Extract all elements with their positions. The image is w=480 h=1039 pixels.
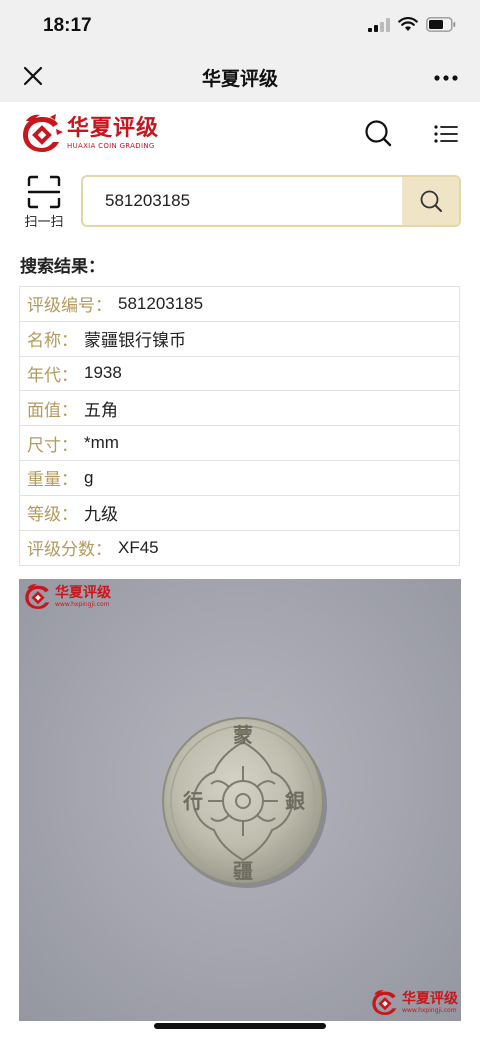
row-label: 评级分数： (27, 540, 112, 561)
dragon-logo-icon (23, 114, 63, 152)
table-row: 尺寸： *mm (20, 426, 459, 461)
watermark-text: 华夏评级 (402, 991, 458, 1007)
row-label: 面值： (27, 400, 78, 421)
watermark-bottom: 华夏评级 www.hxpingji.com (370, 989, 458, 1017)
table-row: 评级分数： XF45 (20, 531, 459, 566)
row-value: 1938 (84, 363, 122, 383)
coin-char-top: 蒙 (233, 723, 253, 747)
search-submit-button[interactable] (402, 177, 459, 225)
watermark-url: www.hxpingji.com (402, 1007, 457, 1014)
table-row: 重量： g (20, 461, 459, 496)
table-row: 面值： 五角 (20, 391, 459, 427)
row-label: 尺寸： (27, 435, 78, 456)
row-value: g (84, 467, 94, 487)
dragon-logo-icon (372, 990, 397, 1015)
row-value: 五角 (84, 400, 118, 420)
status-time: 18:17 (43, 15, 92, 36)
row-label: 等级： (27, 505, 78, 526)
coin-char-left: 行 (182, 789, 203, 813)
scan-label: 扫一扫 (24, 215, 64, 230)
status-bar: 18:17 (0, 0, 480, 52)
scan-button[interactable]: 扫一扫 (19, 175, 69, 233)
scan-icon (27, 175, 61, 209)
menu-icon[interactable] (434, 124, 458, 144)
site-logo[interactable]: 华夏评级 HUAXIA COIN GRADING (20, 112, 159, 156)
wechat-nav-bar: 华夏评级 (0, 52, 480, 102)
row-value: XF45 (118, 537, 159, 557)
row-value: *mm (84, 433, 119, 453)
row-value: 九级 (84, 505, 118, 525)
coin-photo[interactable]: 华夏评级 www.hxpingji.com 蒙 疆 行 銀 华夏评级 www.h… (19, 579, 461, 1021)
table-row: 等级： 九级 (20, 496, 459, 531)
watermark-text: 华夏评级 (55, 585, 111, 601)
coin-char-bottom: 疆 (233, 859, 253, 883)
results-heading: 搜索结果： (20, 257, 105, 277)
battery-icon (426, 17, 456, 32)
logo-subtext: HUAXIA COIN GRADING (67, 142, 155, 150)
site-header: 华夏评级 HUAXIA COIN GRADING (0, 102, 480, 164)
table-row: 评级编号： 581203185 (20, 287, 459, 322)
status-icons (368, 17, 456, 32)
search-box (81, 175, 461, 227)
home-indicator[interactable] (154, 1023, 326, 1029)
watermark-url: www.hxpingji.com (55, 601, 110, 608)
row-label: 年代： (27, 365, 78, 386)
dragon-logo-icon (25, 584, 50, 609)
table-row: 年代： 1938 (20, 357, 459, 392)
table-row: 名称： 蒙疆银行镍币 (20, 322, 459, 357)
search-input[interactable] (83, 177, 403, 225)
search-icon[interactable] (364, 119, 392, 147)
coin-char-right: 銀 (285, 789, 305, 813)
logo-text: 华夏评级 (67, 116, 160, 141)
page-title: 华夏评级 (201, 68, 278, 90)
coin-image: 蒙 疆 行 銀 (162, 717, 327, 888)
cellular-signal-icon (368, 17, 390, 32)
result-table: 评级编号： 581203185 名称： 蒙疆银行镍币 年代： 1938 面值： … (19, 286, 460, 567)
more-icon[interactable] (434, 74, 458, 82)
row-value: 581203185 (118, 293, 204, 313)
row-value: 蒙疆银行镍币 (84, 331, 186, 351)
wifi-icon (398, 17, 418, 31)
search-icon (420, 190, 442, 212)
row-label: 重量： (27, 470, 78, 491)
watermark-top: 华夏评级 www.hxpingji.com (23, 583, 111, 611)
row-label: 名称： (27, 331, 78, 352)
row-label: 评级编号： (27, 296, 112, 317)
